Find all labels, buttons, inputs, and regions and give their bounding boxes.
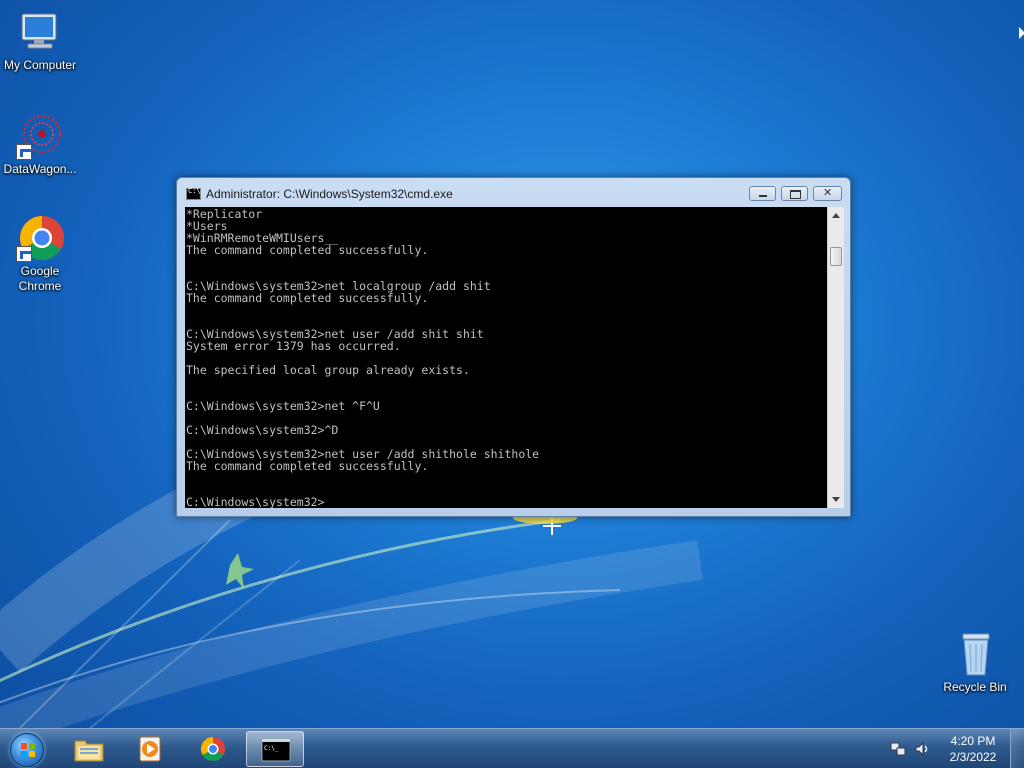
window-title: Administrator: C:\Windows\System32\cmd.e…	[206, 187, 453, 201]
scroll-down-arrow-icon[interactable]	[832, 497, 840, 502]
vertical-scrollbar[interactable]	[827, 207, 844, 508]
media-player-icon	[139, 736, 161, 762]
taskbar-item-chrome[interactable]	[184, 731, 242, 767]
cmd-window[interactable]: Administrator: C:\Windows\System32\cmd.e…	[176, 177, 851, 517]
shortcut-arrow-icon	[16, 246, 32, 262]
desktop-icon-datawagon[interactable]: DataWagon...	[0, 112, 80, 177]
minimize-button[interactable]	[749, 186, 776, 201]
cmd-icon: C:\_	[261, 738, 291, 762]
desktop-icon-label: Recycle Bin	[943, 680, 1007, 694]
start-button[interactable]	[4, 730, 50, 768]
chrome-icon	[16, 214, 64, 262]
folder-icon	[74, 740, 104, 762]
taskbar-item-explorer[interactable]	[60, 731, 118, 767]
computer-icon	[16, 8, 64, 56]
windows-logo-icon	[10, 733, 44, 767]
window-titlebar[interactable]: Administrator: C:\Windows\System32\cmd.e…	[177, 178, 850, 208]
scroll-thumb[interactable]	[830, 247, 842, 266]
recycle-bin-icon	[951, 630, 999, 678]
console-output[interactable]: *Replicator *Users *WinRMRemoteWMIUsers_…	[185, 207, 827, 508]
clock-date: 2/3/2022	[949, 750, 997, 764]
network-icon[interactable]	[890, 741, 906, 757]
clock[interactable]: 4:20 PM 2/3/2022	[940, 733, 1006, 765]
datawagon-icon	[16, 112, 64, 160]
volume-icon[interactable]	[914, 741, 930, 757]
mouse-cursor-icon	[1019, 27, 1024, 39]
close-button[interactable]	[813, 186, 842, 201]
desktop-icon-label: DataWagon...	[3, 162, 77, 176]
desktop-icon-my-computer[interactable]: My Computer	[0, 8, 80, 73]
taskbar-item-cmd[interactable]: C:\_	[246, 731, 304, 767]
desktop-icon-recycle-bin[interactable]: Recycle Bin	[935, 630, 1015, 695]
show-desktop-button[interactable]	[1010, 729, 1024, 768]
scroll-up-arrow-icon[interactable]	[832, 213, 840, 218]
desktop-icon-label: My Computer	[3, 58, 77, 72]
maximize-button[interactable]	[781, 186, 808, 201]
shortcut-arrow-icon	[16, 144, 32, 160]
svg-text:C:\_: C:\_	[264, 745, 279, 752]
desktop-icon-label: Google Chrome	[18, 264, 62, 293]
chrome-icon	[200, 737, 225, 762]
console-text: *Replicator *Users *WinRMRemoteWMIUsers_…	[186, 207, 540, 508]
desktop-icon-google-chrome[interactable]: Google Chrome	[0, 214, 80, 294]
cmd-icon	[186, 187, 201, 200]
taskbar-item-media-player[interactable]	[122, 731, 180, 767]
taskbar: C:\_ 4:20 PM 2/3/2022	[0, 728, 1024, 768]
clock-time: 4:20 PM	[950, 734, 996, 748]
caption-buttons	[744, 186, 842, 201]
